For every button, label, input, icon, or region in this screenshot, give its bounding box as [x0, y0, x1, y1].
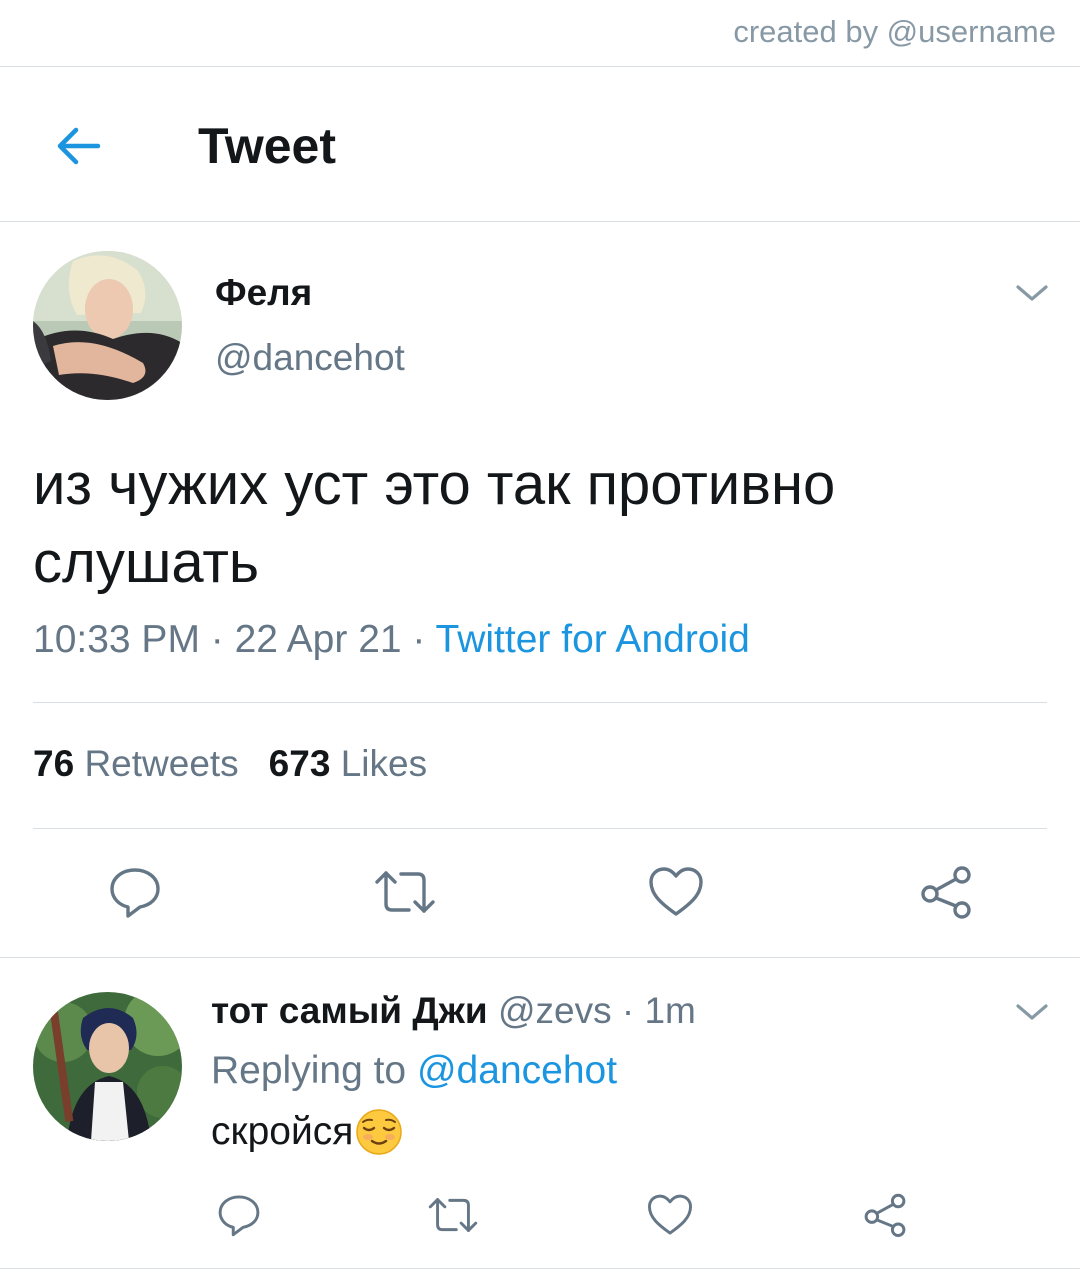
chevron-down-icon [1016, 285, 1048, 301]
reply-header: тот самый Джи @zevs · 1m [211, 990, 696, 1032]
chevron-down-icon [1016, 1004, 1048, 1020]
tweet-meta: 10:33 PM · 22 Apr 21 · Twitter for Andro… [33, 618, 750, 662]
tweet-menu-button[interactable] [1014, 281, 1050, 305]
tweet-text: из чужих уст это так противно слушать [33, 452, 836, 595]
reply-icon [110, 868, 160, 918]
like-icon [649, 867, 703, 916]
likes-count: 673 [268, 743, 331, 784]
meta-divider [33, 702, 1047, 703]
reply-reply-button[interactable] [214, 1190, 264, 1240]
author-name[interactable]: Феля [215, 272, 312, 314]
reply-share-button[interactable] [860, 1190, 910, 1240]
tweet-source-link[interactable]: Twitter for Android [436, 618, 750, 661]
like-icon [647, 1194, 693, 1235]
meta-separator: · [621, 990, 645, 1031]
reply-retweet-button[interactable] [426, 1190, 480, 1240]
header-divider [0, 221, 1080, 222]
like-button[interactable] [646, 862, 706, 922]
author-handle[interactable]: @dancehot [215, 337, 405, 379]
share-icon [864, 1193, 906, 1238]
reply-icon [218, 1195, 260, 1237]
retweet-icon [375, 871, 435, 913]
bottom-divider [0, 1268, 1080, 1269]
retweets-label: Retweets [84, 743, 239, 784]
tweet-stats: 76 Retweets 673 Likes [33, 743, 427, 785]
reply-like-button[interactable] [645, 1190, 695, 1240]
reply-author-name[interactable]: тот самый Джи [211, 990, 488, 1031]
credit-label: created by @username [733, 14, 1056, 49]
tweet-detail-screen: created by @username Tweet Феля @danceho… [0, 0, 1080, 1286]
meta-separator: · [210, 618, 235, 661]
relieved-face-emoji [356, 1109, 403, 1155]
replying-to: Replying to @dancehot [211, 1049, 617, 1093]
top-divider [0, 66, 1080, 67]
tweet-time: 10:33 PM [33, 618, 200, 661]
likes-stat[interactable]: 673 Likes [269, 743, 427, 784]
page-title: Tweet [198, 118, 336, 174]
reply-divider [0, 957, 1080, 958]
share-button[interactable] [916, 862, 976, 922]
share-icon [921, 866, 971, 919]
retweets-stat[interactable]: 76 Retweets [33, 743, 239, 784]
arrow-left-icon [57, 127, 101, 165]
retweet-button[interactable] [373, 862, 437, 922]
reply-author-handle[interactable]: @zevs [498, 990, 612, 1031]
reply-text-row: скройся [211, 1108, 403, 1156]
retweets-count: 76 [33, 743, 75, 784]
reply-time: 1m [644, 990, 696, 1031]
replying-to-label: Replying to [211, 1049, 407, 1092]
replying-to-mention[interactable]: @dancehot [417, 1049, 617, 1092]
retweet-icon [428, 1198, 478, 1232]
stats-divider [33, 828, 1047, 829]
author-avatar[interactable] [33, 251, 182, 400]
tweet-date: 22 Apr 21 [234, 618, 402, 661]
back-button[interactable] [52, 122, 104, 170]
likes-label: Likes [340, 743, 428, 784]
reply-text: скройся [211, 1110, 354, 1153]
reply-menu-button[interactable] [1014, 1000, 1050, 1024]
meta-separator: · [412, 618, 436, 661]
reply-author-avatar[interactable] [33, 992, 182, 1141]
reply-button[interactable] [105, 862, 165, 922]
